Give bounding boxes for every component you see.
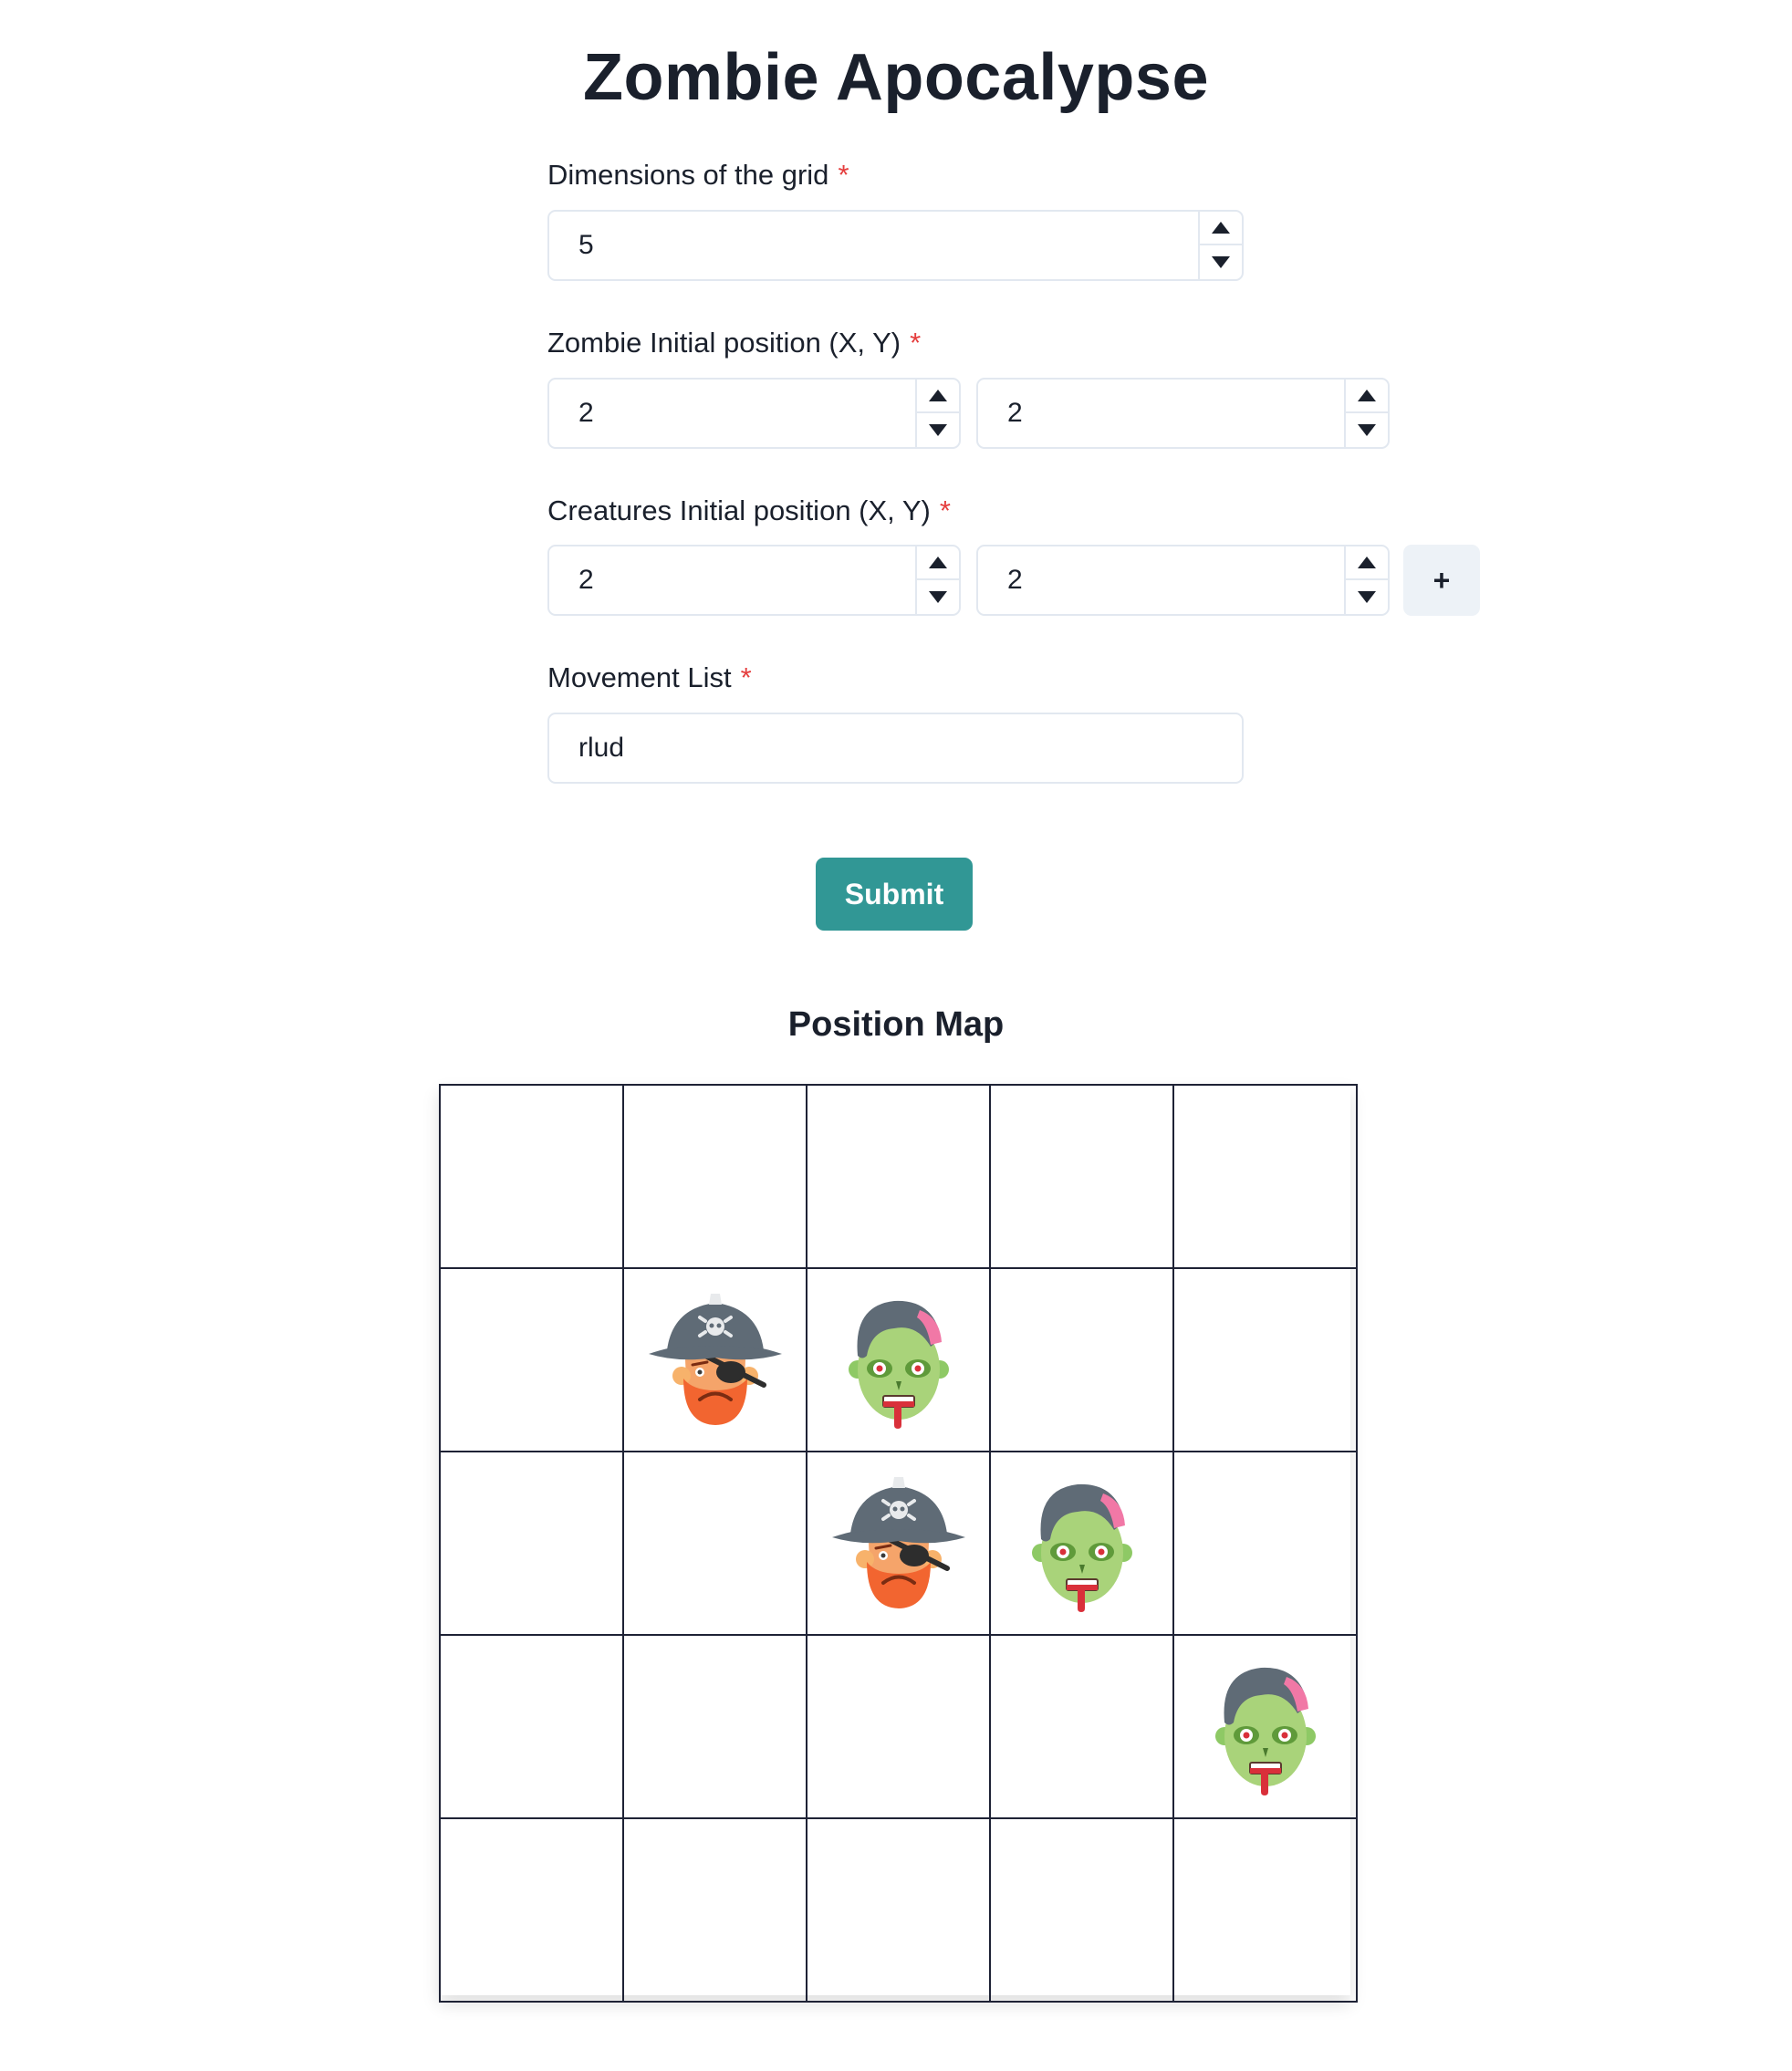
- creatures-position-label: Creatures Initial position (X, Y) *: [547, 493, 951, 529]
- grid-cell: [439, 1817, 624, 2003]
- grid-cell: [989, 1817, 1174, 2003]
- zombie-x-increment-button[interactable]: [917, 380, 959, 413]
- zombie-x-value: 2: [578, 398, 594, 428]
- movement-input[interactable]: rlud: [547, 713, 1244, 784]
- grid-cell: [622, 1451, 807, 1636]
- submit-button[interactable]: Submit: [816, 858, 973, 931]
- dimensions-label: Dimensions of the grid *: [547, 157, 849, 193]
- triangle-up-icon: [929, 557, 947, 568]
- grid-row: [439, 1451, 1358, 1636]
- required-mark: *: [740, 661, 752, 693]
- grid-row: [439, 1634, 1358, 1819]
- zombie-icon: [807, 1292, 989, 1429]
- page: Zombie Apocalypse Dimensions of the grid…: [0, 0, 1792, 2071]
- dimensions-label-text: Dimensions of the grid: [547, 159, 829, 191]
- creature-x-input[interactable]: 2: [547, 545, 961, 616]
- zombie-icon: [991, 1475, 1172, 1612]
- position-map-table: [439, 1084, 1358, 2003]
- creature-x-decrement-button[interactable]: [917, 580, 959, 614]
- grid-cell: [622, 1084, 807, 1269]
- grid-cell: [1172, 1084, 1358, 1269]
- pirate-icon: [624, 1292, 806, 1429]
- zombie-y-value: 2: [1007, 398, 1023, 428]
- movement-label-text: Movement List: [547, 661, 732, 693]
- creatures-position-label-text: Creatures Initial position (X, Y): [547, 494, 931, 526]
- triangle-up-icon: [1358, 390, 1376, 401]
- creature-x-increment-button[interactable]: [917, 546, 959, 580]
- grid-row: [439, 1267, 1358, 1452]
- creature-x-stepper: [915, 546, 959, 614]
- grid-cell: [439, 1451, 624, 1636]
- grid-cell: [622, 1634, 807, 1819]
- dimensions-stepper: [1198, 212, 1242, 279]
- dimensions-decrement-button[interactable]: [1200, 245, 1242, 279]
- triangle-down-icon: [929, 591, 947, 603]
- zombie-x-stepper: [915, 380, 959, 447]
- grid-cell: [439, 1267, 624, 1452]
- grid-cell: [1172, 1634, 1358, 1819]
- grid-cell: [806, 1634, 991, 1819]
- creature-x-value: 2: [578, 565, 594, 595]
- grid-cell: [806, 1817, 991, 2003]
- grid-cell: [989, 1451, 1174, 1636]
- zombie-y-decrement-button[interactable]: [1346, 413, 1388, 447]
- grid-cell: [806, 1084, 991, 1269]
- required-mark: *: [838, 159, 849, 191]
- grid-cell: [989, 1267, 1174, 1452]
- add-creature-button[interactable]: +: [1403, 545, 1480, 616]
- creature-y-stepper: [1344, 546, 1388, 614]
- zombie-y-input[interactable]: 2: [976, 378, 1390, 449]
- grid-row: [439, 1084, 1358, 1269]
- dimensions-increment-button[interactable]: [1200, 212, 1242, 245]
- movement-label: Movement List *: [547, 660, 752, 696]
- position-map-title: Position Map: [787, 1005, 1005, 1044]
- grid-row: [439, 1817, 1358, 2003]
- grid-cell: [1172, 1817, 1358, 2003]
- grid-cell: [622, 1267, 807, 1452]
- grid-cell: [806, 1267, 991, 1452]
- triangle-down-icon: [1358, 591, 1376, 603]
- triangle-up-icon: [1358, 557, 1376, 568]
- triangle-up-icon: [929, 390, 947, 401]
- pirate-icon: [807, 1475, 989, 1612]
- zombie-x-input[interactable]: 2: [547, 378, 961, 449]
- required-mark: *: [939, 494, 951, 526]
- dimensions-value: 5: [578, 230, 594, 260]
- zombie-position-label-text: Zombie Initial position (X, Y): [547, 327, 901, 359]
- zombie-y-increment-button[interactable]: [1346, 380, 1388, 413]
- creature-y-increment-button[interactable]: [1346, 546, 1388, 580]
- dimensions-input[interactable]: 5: [547, 210, 1244, 281]
- grid-cell: [439, 1634, 624, 1819]
- grid-cell: [989, 1634, 1174, 1819]
- page-title: Zombie Apocalypse: [583, 41, 1209, 114]
- creature-y-decrement-button[interactable]: [1346, 580, 1388, 614]
- zombie-x-decrement-button[interactable]: [917, 413, 959, 447]
- movement-value: rlud: [578, 733, 625, 763]
- grid-cell: [622, 1817, 807, 2003]
- triangle-up-icon: [1212, 222, 1230, 234]
- grid-cell: [1172, 1451, 1358, 1636]
- triangle-down-icon: [1358, 424, 1376, 436]
- creature-y-value: 2: [1007, 565, 1023, 595]
- zombie-icon: [1174, 1659, 1356, 1795]
- required-mark: *: [910, 327, 922, 359]
- grid-cell: [1172, 1267, 1358, 1452]
- zombie-position-label: Zombie Initial position (X, Y) *: [547, 325, 921, 361]
- grid-cell: [989, 1084, 1174, 1269]
- position-map-grid: [439, 1084, 1358, 2003]
- triangle-down-icon: [929, 424, 947, 436]
- zombie-y-stepper: [1344, 380, 1388, 447]
- grid-cell: [806, 1451, 991, 1636]
- creature-y-input[interactable]: 2: [976, 545, 1390, 616]
- grid-cell: [439, 1084, 624, 1269]
- triangle-down-icon: [1212, 256, 1230, 268]
